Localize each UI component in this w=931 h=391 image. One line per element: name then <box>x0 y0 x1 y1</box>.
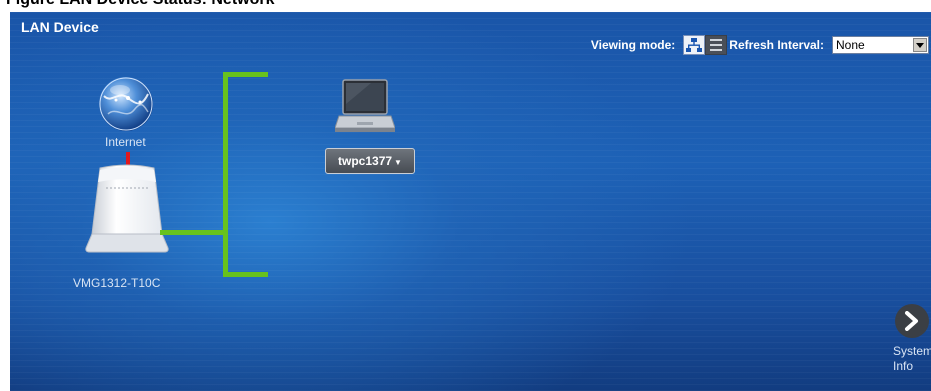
lan-device-panel: LAN Device Viewing mode: Refresh Interva… <box>10 12 931 391</box>
gateway-router-icon[interactable] <box>82 164 172 256</box>
list-view-button[interactable] <box>705 35 728 55</box>
list-view-icon <box>710 39 723 51</box>
internet-label: Internet <box>105 135 146 149</box>
caret-down-icon: ▼ <box>394 158 402 167</box>
lan-link-line <box>160 230 226 235</box>
lan-link-line <box>223 272 268 277</box>
refresh-interval-select[interactable]: None <box>832 36 929 54</box>
network-topology-icon <box>686 38 703 52</box>
topology-view-button[interactable] <box>683 35 706 55</box>
panel-title: LAN Device <box>21 19 99 35</box>
system-info-button[interactable] <box>895 304 929 338</box>
chevron-right-icon <box>905 311 918 331</box>
viewing-mode-switch <box>683 35 728 55</box>
device-name: twpc1377 <box>338 154 393 168</box>
refresh-interval-label: Refresh Interval: <box>729 38 824 52</box>
lan-link-line <box>223 72 268 77</box>
figure-caption-strip: Figure LAN Device Status: Network <box>0 0 931 12</box>
toolbar: Viewing mode: Refresh Interval: None <box>591 34 931 56</box>
viewing-mode-label: Viewing mode: <box>590 38 676 52</box>
laptop-icon[interactable] <box>335 78 395 136</box>
gateway-label: VMG1312-T10C <box>73 276 161 290</box>
system-info-label[interactable]: System Info <box>893 344 931 374</box>
refresh-interval-value: None <box>836 38 865 52</box>
device-menu-button[interactable]: twpc1377 ▼ <box>325 148 415 174</box>
lan-link-line <box>223 72 228 277</box>
chevron-down-icon[interactable] <box>913 38 927 52</box>
internet-globe-icon[interactable] <box>98 76 154 132</box>
